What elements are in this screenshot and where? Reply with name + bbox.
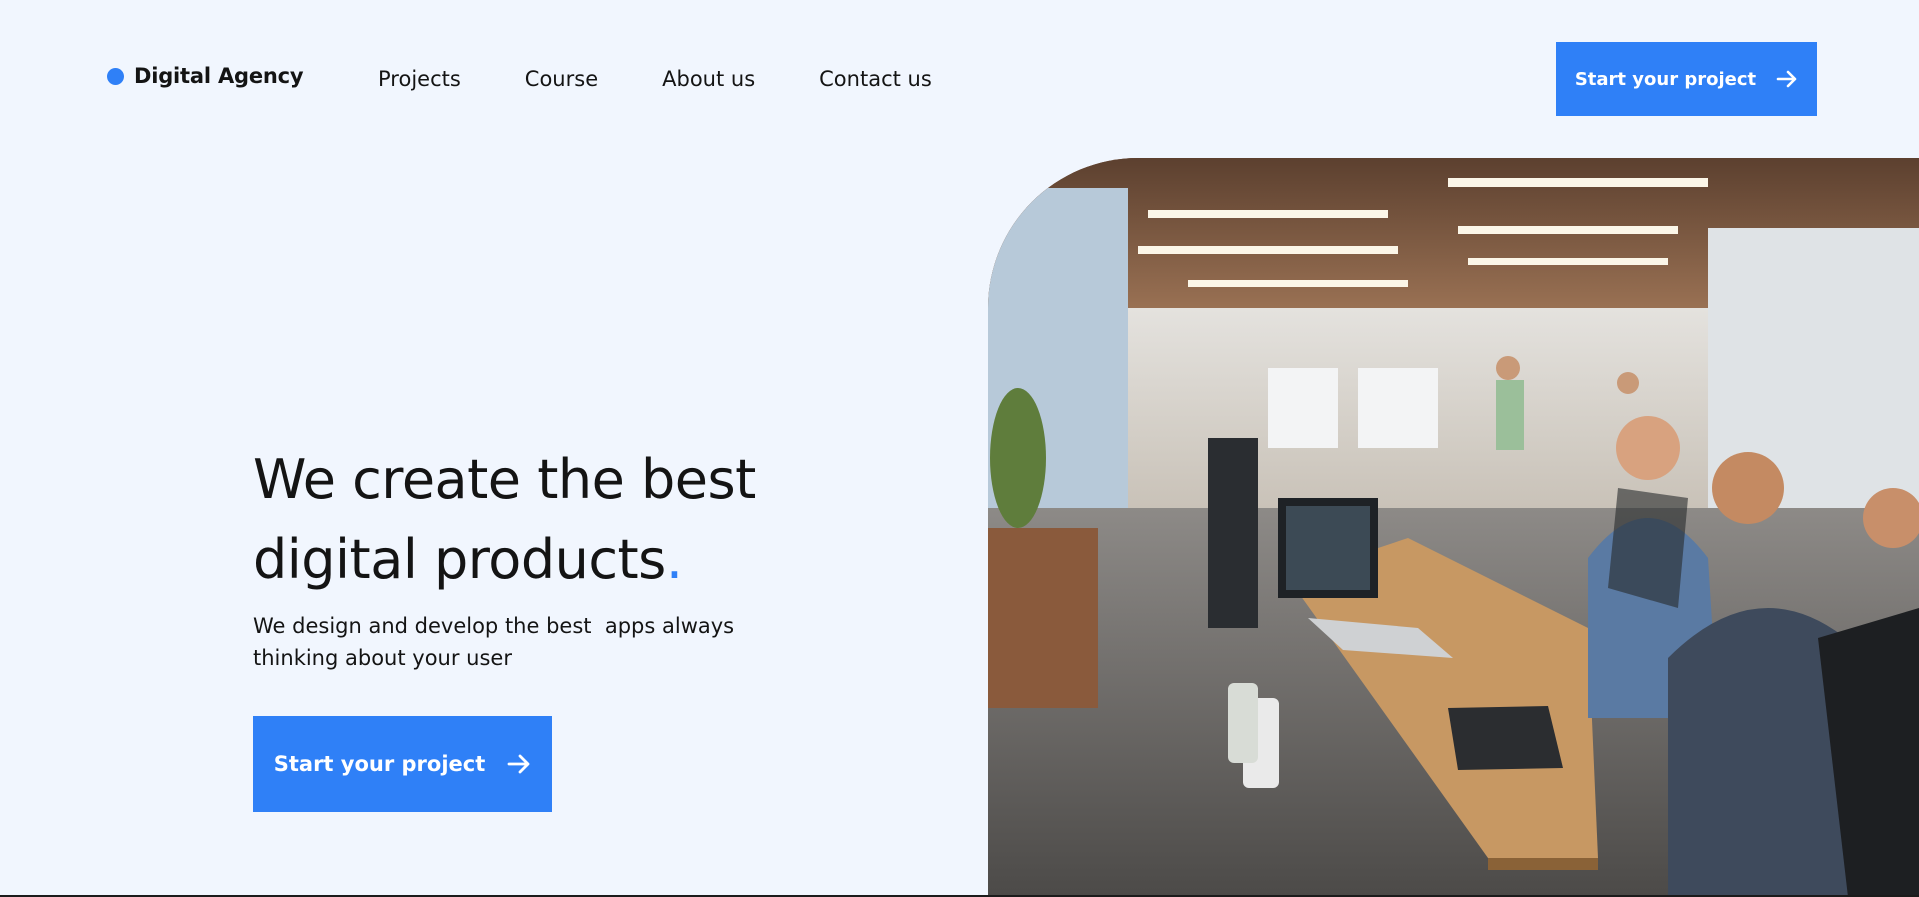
hero-subtitle: We design and develop the best apps alwa…: [253, 610, 773, 674]
hero-start-project-button[interactable]: Start your project: [253, 716, 552, 812]
header-cta-label: Start your project: [1574, 68, 1757, 90]
arrow-right-icon: [507, 752, 531, 776]
nav-item-contact-us[interactable]: Contact us: [819, 64, 932, 94]
arrow-right-icon: [1776, 68, 1798, 90]
hero-title-line1: We create the best: [253, 448, 756, 511]
office-illustration: [988, 158, 1919, 897]
brand-logo[interactable]: Digital Agency: [107, 64, 304, 88]
nav-item-course[interactable]: Course: [525, 64, 598, 94]
hero-title-dot: .: [665, 528, 683, 591]
hero-title-line2: digital products: [253, 528, 666, 591]
nav-item-projects[interactable]: Projects: [378, 64, 461, 94]
main-nav: Projects Course About us Contact us: [378, 64, 932, 94]
hero-cta-label: Start your project: [273, 752, 486, 776]
header-start-project-button[interactable]: Start your project: [1556, 42, 1817, 116]
hero-subtitle-line1: We design and develop the best apps alwa…: [253, 614, 735, 638]
hero-subtitle-line2: thinking about your user: [253, 646, 512, 670]
brand-name: Digital Agency: [134, 64, 304, 88]
brand-dot-icon: [107, 67, 124, 85]
hero-office-photo: [988, 158, 1919, 897]
hero-title: We create the best digital products.: [253, 440, 853, 600]
nav-item-about-us[interactable]: About us: [662, 64, 755, 94]
